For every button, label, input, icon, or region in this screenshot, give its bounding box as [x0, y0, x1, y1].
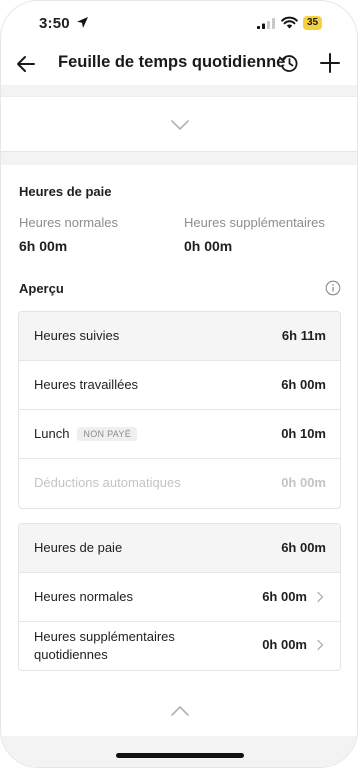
row-value: 0h 00m [281, 475, 326, 490]
row-label: Heures suivies [34, 328, 120, 343]
regular-hours-label: Heures normales [19, 215, 118, 230]
row-label: Heures de paie [34, 540, 123, 555]
info-icon[interactable] [325, 280, 341, 296]
add-icon[interactable] [319, 52, 341, 74]
footer-band [1, 736, 357, 767]
phone-screen: 3:50 35 Feuille de temps quotidienne Heu… [0, 0, 358, 768]
chevron-right-icon[interactable] [316, 639, 324, 651]
location-arrow-icon [77, 17, 88, 28]
pay-hours-title: Heures de paie [19, 184, 112, 199]
table-row: Heures de paie 6h 00m [19, 524, 340, 573]
status-time: 3:50 [39, 15, 70, 32]
unpaid-badge: NON PAYÉ [77, 427, 137, 441]
row-value: 6h 00m [281, 540, 326, 555]
row-label-line2: quotidiennes [34, 647, 108, 662]
divider-band [1, 151, 357, 165]
wifi-icon [281, 16, 298, 29]
row-label: Heures supplémentaires quotidiennes [34, 628, 175, 664]
regular-hours-value: 6h 00m [19, 238, 68, 254]
chevron-right-icon[interactable] [316, 591, 324, 603]
daily-overtime-row[interactable]: Heures supplémentaires quotidiennes 0h 00… [19, 622, 340, 670]
row-value: 0h 00m [262, 637, 307, 652]
row-value: 6h 00m [281, 377, 326, 392]
chevron-up-icon[interactable] [170, 705, 190, 717]
row-label: Heures normales [34, 589, 133, 604]
table-row: Heures suivies 6h 11m [19, 312, 340, 361]
regular-hours-row[interactable]: Heures normales 6h 00m [19, 573, 340, 622]
row-label: Lunch NON PAYÉ [34, 426, 137, 441]
table-row: Heures travaillées 6h 00m [19, 361, 340, 410]
overtime-hours-value: 0h 00m [184, 238, 233, 254]
chevron-down-icon[interactable] [170, 119, 190, 131]
divider-band [1, 85, 357, 97]
lunch-label: Lunch [34, 426, 70, 441]
home-indicator [116, 753, 244, 758]
table-row: Lunch NON PAYÉ 0h 10m [19, 410, 340, 459]
overview-title: Aperçu [19, 281, 64, 296]
pay-breakdown-table: Heures de paie 6h 00m Heures normales 6h… [18, 523, 341, 671]
row-label: Heures travaillées [34, 377, 139, 392]
table-row: Déductions automatiques 0h 00m [19, 459, 340, 508]
cellular-signal-icon [257, 18, 275, 29]
row-label: Déductions automatiques [34, 475, 181, 490]
overtime-hours-label: Heures supplémentaires [184, 215, 325, 230]
row-value: 6h 00m [262, 589, 307, 604]
app-header: Feuille de temps quotidienne [1, 45, 357, 85]
overview-table: Heures suivies 6h 11m Heures travaillées… [18, 311, 341, 509]
page-title: Feuille de temps quotidienne [58, 53, 286, 71]
status-bar: 3:50 35 [1, 1, 357, 45]
row-value: 6h 11m [281, 328, 326, 343]
row-label-line1: Heures supplémentaires [34, 629, 175, 644]
history-icon[interactable] [278, 52, 300, 74]
battery-indicator: 35 [303, 16, 323, 30]
back-arrow-icon[interactable] [15, 53, 37, 75]
row-value: 0h 10m [281, 426, 326, 441]
